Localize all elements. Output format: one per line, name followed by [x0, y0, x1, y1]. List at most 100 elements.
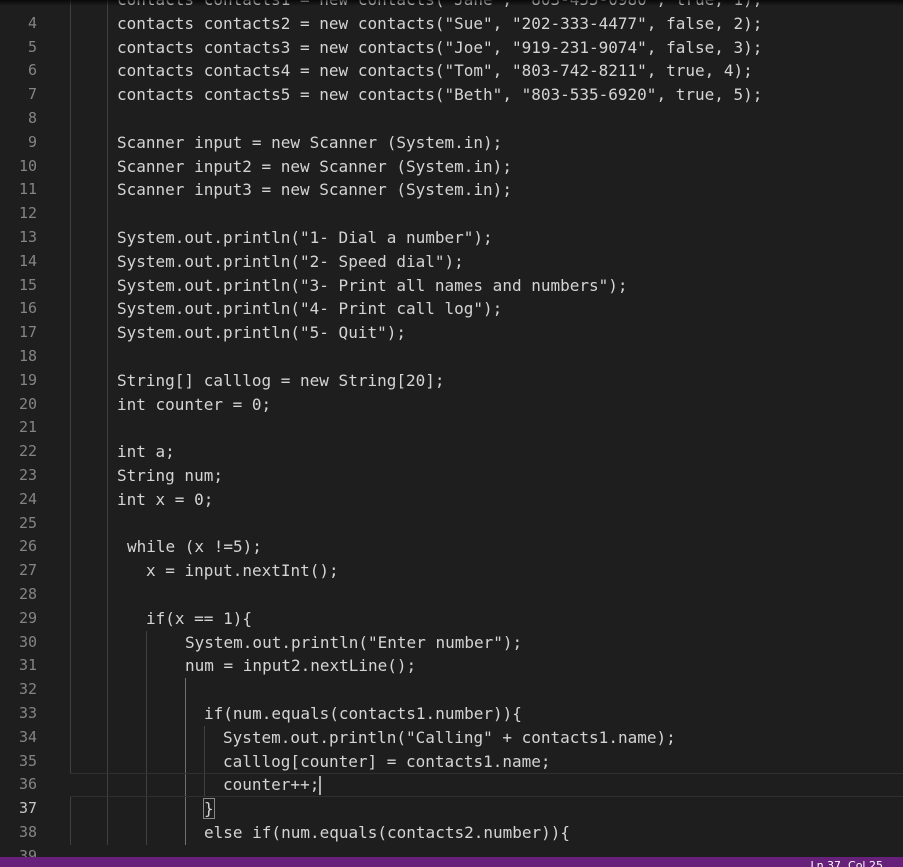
code-line[interactable]: 18 System.out.println("5- Quit"); — [0, 321, 903, 365]
indent-guide — [70, 797, 71, 821]
indent-guide — [107, 178, 108, 203]
code-line[interactable]: 31 System.out.println("Enter number"); — [0, 630, 903, 674]
code-editor[interactable]: 4 contacts contacts1 = new contacts("Jan… — [0, 0, 903, 857]
current-line-text: counter++; — [223, 775, 320, 795]
indent-guide — [107, 678, 108, 702]
code-text: contacts contacts4 = new contacts("Tom",… — [117, 61, 753, 81]
indent-guide — [185, 797, 186, 821]
code-line[interactable]: 11 Scanner input2 = new Scanner (System.… — [0, 154, 903, 198]
indent-guide — [107, 225, 108, 250]
code-line[interactable]: 10 Scanner input = new Scanner (System.i… — [0, 130, 903, 175]
code-line[interactable]: 8 contacts contacts5 = new contacts("Bet… — [0, 83, 903, 127]
indent-guide — [107, 701, 108, 726]
code-line[interactable]: 36 calllog[counter] = contacts1.name; — [0, 749, 903, 793]
code-line[interactable]: 17 System.out.println("4- Print call log… — [0, 297, 903, 341]
code-line[interactable]: 13 — [0, 202, 903, 246]
code-text: else if(num.equals(contacts2.number)){ — [204, 822, 571, 842]
code-text: if(num.equals(contacts1.number)){ — [204, 702, 522, 726]
indent-guide — [107, 392, 108, 417]
code-line[interactable]: 5 contacts contacts2 = new contacts("Sue… — [0, 11, 903, 56]
indent-guide — [107, 273, 108, 298]
indent-guide — [70, 487, 71, 512]
code-text: String num; — [117, 465, 223, 485]
code-line[interactable]: 4 contacts contacts1 = new contacts("Jan… — [0, 0, 903, 32]
indent-guide — [70, 0, 71, 12]
code-line[interactable]: 9 — [0, 106, 903, 151]
indent-guide — [70, 344, 71, 369]
code-line[interactable]: 32 num = input2.nextLine(); — [0, 654, 903, 698]
code-line[interactable]: 25 int x = 0; — [0, 487, 903, 532]
indent-guide — [70, 749, 71, 774]
indent-guide — [70, 59, 71, 84]
indent-guide — [146, 654, 147, 679]
indent-guide — [146, 820, 147, 845]
code-line[interactable]: 14 System.out.println("1- Dial a number"… — [0, 225, 903, 270]
indent-guide — [107, 440, 108, 464]
code-line[interactable]: 24 String num; — [0, 463, 903, 508]
indent-guide — [70, 106, 71, 131]
indent-guide — [70, 225, 71, 250]
code-line[interactable]: 27 while (x !=5); — [0, 535, 903, 579]
indent-guide — [70, 582, 71, 607]
code-text: System.out.println("2- Speed dial"); — [117, 251, 464, 271]
code-line[interactable]: 22 — [0, 416, 903, 460]
indent-guide — [70, 321, 71, 345]
indent-guide — [70, 202, 71, 226]
code-text: System.out.println("5- Quit"); — [117, 323, 406, 343]
code-line[interactable]: 33 — [0, 678, 903, 722]
matching-bracket: } — [203, 798, 215, 820]
code-line[interactable]: 21 int counter = 0; — [0, 392, 903, 436]
line-number: 39 — [18, 846, 37, 857]
indent-guide — [185, 701, 186, 726]
code-line-current[interactable]: 37 counter++; — [0, 773, 903, 817]
indent-guide — [70, 559, 71, 583]
code-text: Scanner input2 = new Scanner (System.in)… — [117, 156, 512, 176]
indent-guide — [70, 463, 71, 488]
code-line[interactable]: 12 Scanner input3 = new Scanner (System.… — [0, 178, 903, 222]
indent-guide — [107, 535, 108, 560]
code-line[interactable]: 38 } — [0, 797, 903, 841]
code-line[interactable]: 6 contacts contacts3 = new contacts("Joe… — [0, 35, 903, 79]
indent-guide — [107, 559, 108, 583]
code-text: contacts contacts1 = new contacts("Jane"… — [117, 0, 762, 12]
code-line[interactable]: 15 System.out.println("2- Speed dial"); — [0, 249, 903, 294]
indent-guide — [107, 154, 108, 179]
indent-guide — [70, 35, 71, 60]
code-line[interactable]: 19 — [0, 344, 903, 389]
indent-guide — [204, 749, 205, 774]
indent-guide — [107, 582, 108, 607]
indent-guide — [107, 35, 108, 60]
indent-guide — [107, 463, 108, 488]
code-line[interactable]: 26 — [0, 511, 903, 555]
code-line[interactable]: 39 else if(num.equals(contacts2.number))… — [0, 820, 903, 857]
code-text: if(x == 1){ — [146, 608, 252, 628]
indent-guide — [70, 606, 71, 631]
indent-guide — [70, 11, 71, 36]
indent-guide — [107, 344, 108, 369]
code-text: Scanner input3 = new Scanner (System.in)… — [117, 180, 512, 200]
indent-guide — [107, 606, 108, 631]
code-text: contacts contacts3 = new contacts("Joe",… — [117, 37, 763, 57]
cursor-position[interactable]: Ln 37, Col 25 — [810, 859, 883, 867]
code-line[interactable]: 28 x = input.nextInt(); — [0, 559, 903, 603]
code-text: contacts contacts2 = new contacts("Sue",… — [117, 13, 763, 33]
indent-guide — [70, 511, 71, 536]
code-text: while (x !=5); — [127, 537, 262, 557]
indent-guide — [70, 440, 71, 464]
code-line[interactable]: 35 System.out.println("Calling" + contac… — [0, 725, 903, 770]
code-line[interactable]: 34 if(num.equals(contacts1.number)){ — [0, 701, 903, 746]
indent-guide — [185, 725, 186, 750]
code-line[interactable]: 23 int a; — [0, 440, 903, 484]
code-text: Scanner input = new Scanner (System.in); — [117, 132, 503, 152]
code-line[interactable]: 16 System.out.println("3- Print all name… — [0, 273, 903, 317]
code-line[interactable]: 7 contacts contacts4 = new contacts("Tom… — [0, 59, 903, 103]
code-text: System.out.println("Enter number"); — [185, 632, 523, 652]
indent-guide — [185, 773, 186, 798]
indent-guide — [70, 535, 71, 560]
code-line[interactable]: 20 String[] calllog = new String[20]; — [0, 368, 903, 413]
code-text: String[] calllog = new String[20]; — [117, 370, 445, 390]
code-line[interactable]: 29 — [0, 582, 903, 627]
code-line[interactable]: 30 if(x == 1){ — [0, 606, 903, 651]
indent-guide — [107, 106, 108, 131]
indent-guide — [70, 83, 71, 107]
